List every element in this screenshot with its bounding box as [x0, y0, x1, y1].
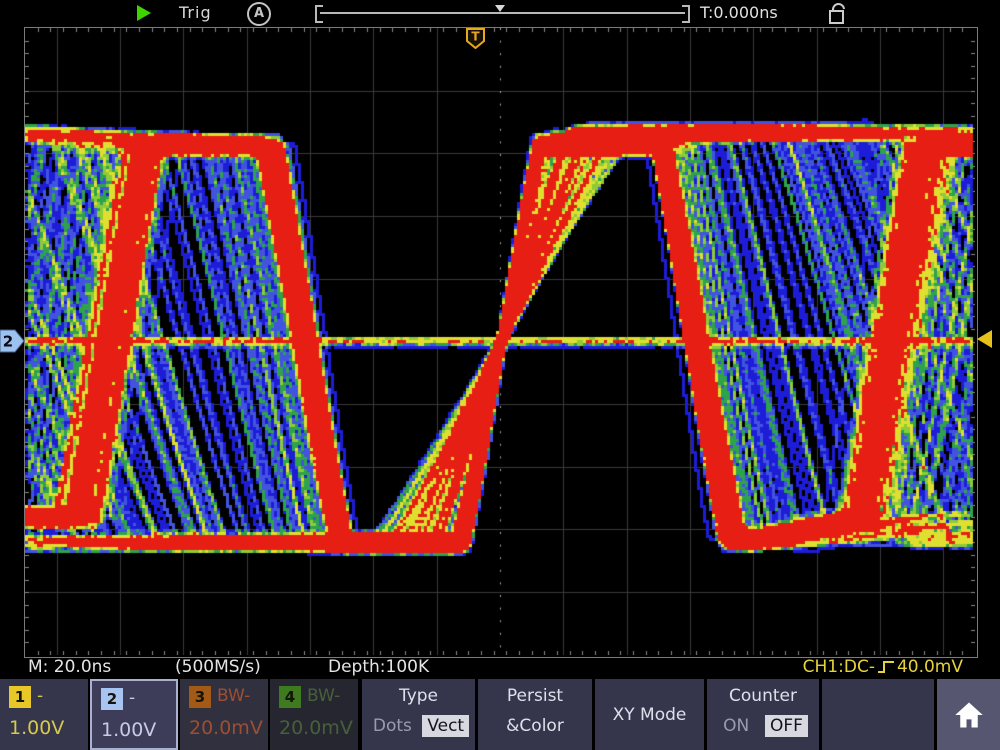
channel-button-4[interactable]: 4 BW- 20.0mV: [270, 679, 358, 750]
type-option-vect[interactable]: Vect: [422, 715, 469, 737]
horizontal-position-bar[interactable]: [315, 4, 690, 22]
trigger-level-value: 40.0mV: [897, 657, 963, 677]
channel-3-coupling: BW-: [217, 686, 250, 706]
trigger-level-arrow[interactable]: [977, 330, 992, 348]
persist-line1: Persist: [478, 686, 592, 706]
trigger-source-coupling: CH1:DC-: [803, 657, 875, 677]
timebase-readout: M: 20.0ns: [28, 657, 111, 677]
auto-trigger-icon: A: [247, 2, 271, 26]
unlock-icon[interactable]: [826, 1, 852, 26]
status-bar: M: 20.0ns (500MS/s) Depth:100K CH1:DC- 4…: [0, 656, 1000, 679]
bracket-left-icon: [315, 5, 323, 23]
channel-2-badge: 2: [101, 688, 123, 710]
position-bar-line: [320, 12, 685, 14]
rising-edge-icon: [877, 659, 895, 675]
trigger-position-pointer-icon[interactable]: [495, 5, 505, 12]
counter-option-on[interactable]: ON: [718, 715, 754, 737]
empty-menu-cell: [822, 679, 934, 750]
channel-button-1[interactable]: 1 - 1.00V: [0, 679, 88, 750]
counter-option-off[interactable]: OFF: [765, 715, 808, 737]
home-icon: [954, 701, 984, 729]
trig-label: Trig: [179, 3, 212, 22]
waveform-canvas: [25, 28, 975, 655]
memory-depth-readout: Depth:100K: [328, 657, 429, 677]
svg-text:2: 2: [3, 333, 13, 351]
persist-color-button[interactable]: Persist &Color: [478, 679, 592, 750]
home-button[interactable]: [937, 679, 1000, 750]
trigger-position-badge[interactable]: T: [466, 28, 485, 49]
xy-mode-label: XY Mode: [595, 679, 704, 750]
channel-3-badge: 3: [189, 686, 211, 708]
channel-4-coupling: BW-: [307, 686, 340, 706]
channel-1-coupling: -: [37, 686, 43, 706]
menu-bar: 1 - 1.00V 2 - 1.00V 3 BW- 20.0mV 4 BW- 2…: [0, 679, 1000, 750]
display-type-button[interactable]: Type Dots Vect: [362, 679, 475, 750]
channel-4-scale: 20.0mV: [279, 717, 353, 739]
persist-line2: &Color: [478, 716, 592, 736]
channel-button-3[interactable]: 3 BW- 20.0mV: [180, 679, 268, 750]
trigger-settings-readout: CH1:DC- 40.0mV: [803, 657, 963, 677]
run-state-icon: [137, 5, 151, 21]
oscilloscope-screen: Trig A T:0.000ns T 2 M: 20.0ns (500MS/s)…: [0, 0, 1000, 750]
channel-1-scale: 1.00V: [9, 717, 64, 739]
graticule: [24, 27, 978, 658]
channel-button-2[interactable]: 2 - 1.00V: [90, 679, 178, 750]
counter-title: Counter: [707, 686, 819, 706]
time-offset-readout: T:0.000ns: [700, 3, 778, 22]
channel-3-scale: 20.0mV: [189, 717, 263, 739]
type-option-dots[interactable]: Dots: [368, 715, 417, 737]
channel-2-coupling: -: [129, 688, 135, 708]
channel-2-scale: 1.00V: [101, 719, 156, 741]
svg-text:T: T: [471, 30, 480, 44]
display-type-title: Type: [362, 686, 475, 706]
top-bar: Trig A T:0.000ns: [0, 0, 1000, 27]
channel-1-badge: 1: [9, 686, 31, 708]
counter-button[interactable]: Counter ON OFF: [707, 679, 819, 750]
xy-mode-button[interactable]: XY Mode: [595, 679, 704, 750]
channel-4-badge: 4: [279, 686, 301, 708]
sample-rate-readout: (500MS/s): [175, 657, 261, 677]
ch2-position-marker[interactable]: 2: [0, 329, 25, 353]
bracket-right-icon: [682, 5, 690, 23]
